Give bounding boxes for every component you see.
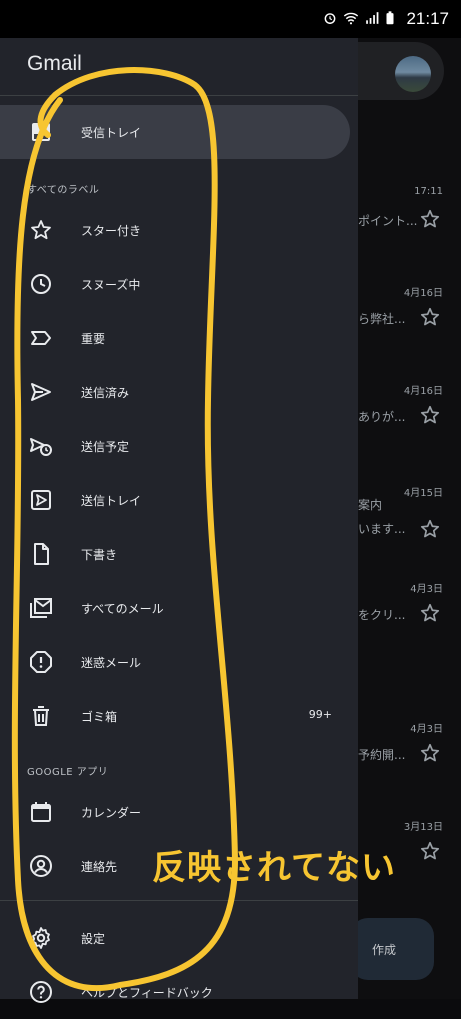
nav-item-snoozed[interactable]: スヌーズ中 <box>0 257 350 311</box>
nav-item-sent[interactable]: 送信済み <box>0 365 350 419</box>
nav-label: ゴミ箱 <box>81 710 118 724</box>
drawer-title: Gmail <box>27 52 82 75</box>
signal-icon <box>366 12 379 24</box>
mail-date: 4月16日 <box>403 288 443 299</box>
divider <box>0 95 358 96</box>
nav-label: スター付き <box>81 224 142 238</box>
mail-snippet: ら弊社... <box>358 312 406 326</box>
status-time: 21:17 <box>406 9 449 28</box>
send-icon <box>31 383 51 401</box>
nav-label: スヌーズ中 <box>81 278 141 292</box>
star-icon <box>31 220 51 240</box>
mail-row[interactable]: 4月16日ら弊社... <box>358 284 461 344</box>
nav-label: 下書き <box>81 548 118 562</box>
nav-label: 送信予定 <box>81 440 130 454</box>
avatar[interactable] <box>395 56 431 92</box>
nav-item-help[interactable]: ヘルプとフィードバック <box>0 965 350 1019</box>
draft-icon <box>34 543 49 565</box>
mail-row[interactable]: 4月3日予約開... <box>358 720 461 780</box>
mail-snippet: 予約開... <box>358 748 406 762</box>
star-icon[interactable] <box>419 602 441 624</box>
star-icon[interactable] <box>419 208 441 230</box>
compose-label: 作成 <box>372 943 397 957</box>
nav-item-important[interactable]: 重要 <box>0 311 350 365</box>
all-mail-icon <box>30 598 52 618</box>
nav-label: すべてのメール <box>81 602 164 616</box>
spam-icon <box>30 651 52 673</box>
mail-date: 4月16日 <box>403 386 443 397</box>
mail-snippet: 案内 <box>358 498 383 512</box>
section-header-all-labels: すべてのラベル <box>27 185 100 196</box>
nav-label: 重要 <box>81 332 106 346</box>
mail-date: 4月3日 <box>410 724 443 735</box>
mail-snippet: ありが... <box>358 410 406 424</box>
nav-label: ヘルプとフィードバック <box>81 986 213 1000</box>
nav-item-inbox[interactable]: 受信トレイ <box>0 105 350 159</box>
contacts-icon <box>30 855 52 877</box>
mail-date: 17:11 <box>414 186 443 197</box>
nav-item-starred[interactable]: スター付き <box>0 203 350 257</box>
divider <box>0 900 358 901</box>
alarm-icon <box>324 13 336 24</box>
star-icon[interactable] <box>419 306 441 328</box>
inbox-icon <box>32 123 50 141</box>
nav-label: 設定 <box>81 932 106 946</box>
help-icon <box>30 981 52 1003</box>
scheduled-send-icon <box>30 438 52 456</box>
mail-date: 3月13日 <box>403 822 443 833</box>
nav-item-outbox[interactable]: 送信トレイ <box>0 473 350 527</box>
mail-snippet: ポイント... <box>358 214 418 228</box>
outbox-icon <box>31 490 51 510</box>
nav-item-spam[interactable]: 迷惑メール <box>0 635 350 689</box>
status-icons <box>323 11 395 25</box>
nav-label: カレンダー <box>81 806 142 820</box>
nav-label: 送信トレイ <box>81 494 142 508</box>
section-header-google-apps: GOOGLE アプリ <box>27 767 109 778</box>
nav-item-calendar[interactable]: カレンダー <box>0 785 350 839</box>
nav-item-scheduled[interactable]: 送信予定 <box>0 419 350 473</box>
status-bar: 21:17 <box>0 0 461 38</box>
mail-row[interactable]: 4月3日をクリ... <box>358 580 461 640</box>
nav-label: 送信済み <box>81 386 130 400</box>
nav-item-drafts[interactable]: 下書き <box>0 527 350 581</box>
important-icon <box>31 331 51 345</box>
mail-snippet: をクリ... <box>358 608 406 622</box>
mail-snippet: います... <box>358 522 406 536</box>
battery-icon <box>386 11 394 25</box>
trash-count: 99+ <box>308 708 332 721</box>
nav-label: 受信トレイ <box>81 126 142 140</box>
nav-item-trash[interactable]: ゴミ箱 99+ <box>0 689 350 743</box>
star-icon[interactable] <box>419 404 441 426</box>
nav-label: 迷惑メール <box>81 656 142 670</box>
mail-row[interactable]: 17:11 ポイント... <box>358 186 461 246</box>
annotation-text: 反映されてない <box>152 848 396 888</box>
star-icon[interactable] <box>419 840 441 862</box>
nav-label: 連絡先 <box>81 860 118 874</box>
star-icon[interactable] <box>419 518 441 540</box>
mail-row[interactable]: 4月16日ありが... <box>358 382 461 442</box>
mail-row[interactable]: 4月15日案内います... <box>358 484 461 544</box>
wifi-icon <box>343 12 359 25</box>
mail-date: 4月3日 <box>410 584 443 595</box>
mail-date: 4月15日 <box>403 488 443 499</box>
clock-icon <box>31 274 51 294</box>
calendar-icon <box>31 802 51 822</box>
star-icon[interactable] <box>419 742 441 764</box>
nav-item-settings[interactable]: 設定 <box>0 911 350 965</box>
nav-item-all-mail[interactable]: すべてのメール <box>0 581 350 635</box>
trash-icon <box>33 706 49 726</box>
gear-icon <box>32 927 50 949</box>
